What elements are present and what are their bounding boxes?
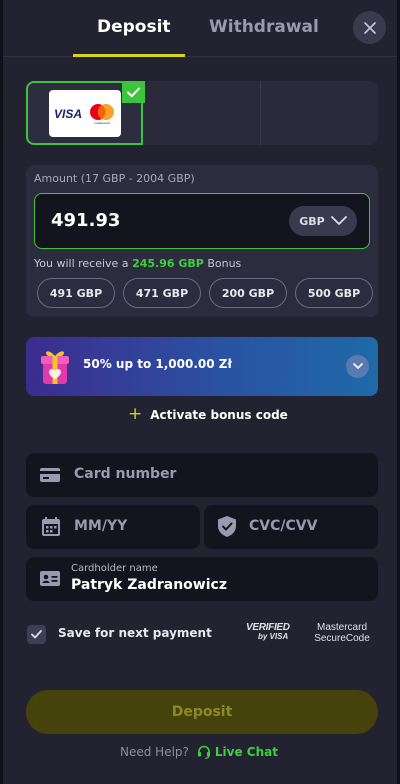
currency-label: GBP — [299, 214, 325, 228]
bonus-expand-button[interactable] — [346, 355, 369, 378]
card-number-placeholder: Card number — [74, 466, 177, 482]
currency-select[interactable]: GBP — [289, 206, 357, 236]
verified-by-visa-badge: VERIFIED by VISA — [246, 622, 294, 648]
mastercard-logo-text: mastercard — [94, 121, 109, 125]
amount-input[interactable]: 491.93 GBP — [34, 193, 370, 249]
bonus-offer-banner[interactable]: 50% up to 1,000.00 Zł — [26, 337, 378, 396]
bonus-offer-text: 50% up to 1,000.00 Zł — [83, 357, 232, 371]
amount-label: Amount (17 GBP - 2004 GBP) — [34, 172, 195, 185]
live-chat-label: Live Chat — [214, 745, 278, 759]
bonus-prefix: You will receive a — [34, 257, 129, 270]
cvc-placeholder: CVC/CVV — [249, 518, 318, 534]
visa-mastercard-logo: VISA mastercard — [49, 90, 121, 137]
help-row: Need Help? Live Chat — [120, 745, 278, 759]
tab-deposit[interactable]: Deposit — [97, 17, 171, 37]
cardholder-name-value: Patryk Zadranowicz — [71, 577, 227, 593]
verified-by-visa-line2: by VISA — [258, 632, 289, 641]
bonus-suffix: Bonus — [207, 257, 242, 270]
deposit-panel: Deposit Withdrawal VISA mastercard Amoun… — [3, 0, 397, 784]
expiry-placeholder: MM/YY — [74, 518, 128, 534]
save-payment-checkbox[interactable] — [27, 625, 46, 644]
amount-section: Amount (17 GBP - 2004 GBP) 491.93 GBP Yo… — [26, 165, 378, 317]
card-number-field[interactable]: Card number — [26, 453, 378, 497]
method-divider — [260, 81, 261, 145]
preset-amount-button[interactable]: 471 GBP — [123, 278, 201, 308]
preset-amount-button[interactable]: 200 GBP — [209, 278, 287, 308]
amount-value: 491.93 — [51, 210, 121, 231]
gift-icon — [41, 351, 69, 384]
mastercard-securecode-line2: SecureCode — [314, 633, 370, 644]
active-tab-indicator — [73, 54, 185, 57]
visa-logo: VISA — [53, 106, 82, 121]
payment-methods: VISA mastercard — [26, 81, 378, 145]
tab-withdrawal[interactable]: Withdrawal — [209, 17, 319, 37]
check-icon — [31, 630, 42, 639]
close-button[interactable] — [353, 11, 386, 44]
mastercard-securecode-badge: Mastercard SecureCode — [310, 622, 374, 644]
tab-bar: Deposit Withdrawal — [3, 0, 397, 57]
preset-amount-button[interactable]: 491 GBP — [37, 278, 115, 308]
deposit-button[interactable]: Deposit — [26, 690, 378, 734]
check-icon — [127, 87, 140, 97]
selected-check-badge — [122, 81, 145, 103]
cvc-field[interactable]: CVC/CVV — [204, 505, 378, 549]
activate-bonus-code-link[interactable]: + Activate bonus code — [128, 406, 288, 423]
card-icon — [40, 468, 60, 482]
mastercard-logo: mastercard — [90, 103, 114, 125]
bonus-amount: 245.96 GBP — [132, 257, 204, 270]
preset-amount-button[interactable]: 500 GBP — [295, 278, 373, 308]
activate-bonus-label: Activate bonus code — [150, 407, 288, 422]
close-icon — [363, 21, 376, 34]
live-chat-link[interactable]: Live Chat — [197, 745, 278, 759]
cardholder-name-label: Cardholder name — [71, 563, 158, 574]
bonus-receive-text: You will receive a 245.96 GBP Bonus — [34, 257, 241, 270]
headset-icon — [197, 745, 210, 759]
calendar-icon — [42, 517, 60, 536]
preset-amounts: 491 GBP 471 GBP 200 GBP 500 GBP — [34, 278, 373, 308]
plus-icon: + — [128, 404, 143, 424]
need-help-text: Need Help? — [120, 745, 189, 759]
expiry-field[interactable]: MM/YY — [26, 505, 200, 549]
chevron-down-icon — [330, 216, 347, 225]
payment-method-visa-mastercard[interactable]: VISA mastercard — [26, 81, 145, 145]
id-card-icon — [40, 571, 60, 586]
cardholder-name-field[interactable]: Cardholder name Patryk Zadranowicz — [26, 557, 378, 601]
chevron-down-icon — [352, 363, 363, 369]
shield-icon — [218, 516, 236, 537]
save-payment-label: Save for next payment — [58, 626, 212, 640]
mastercard-securecode-line1: Mastercard — [316, 622, 367, 633]
